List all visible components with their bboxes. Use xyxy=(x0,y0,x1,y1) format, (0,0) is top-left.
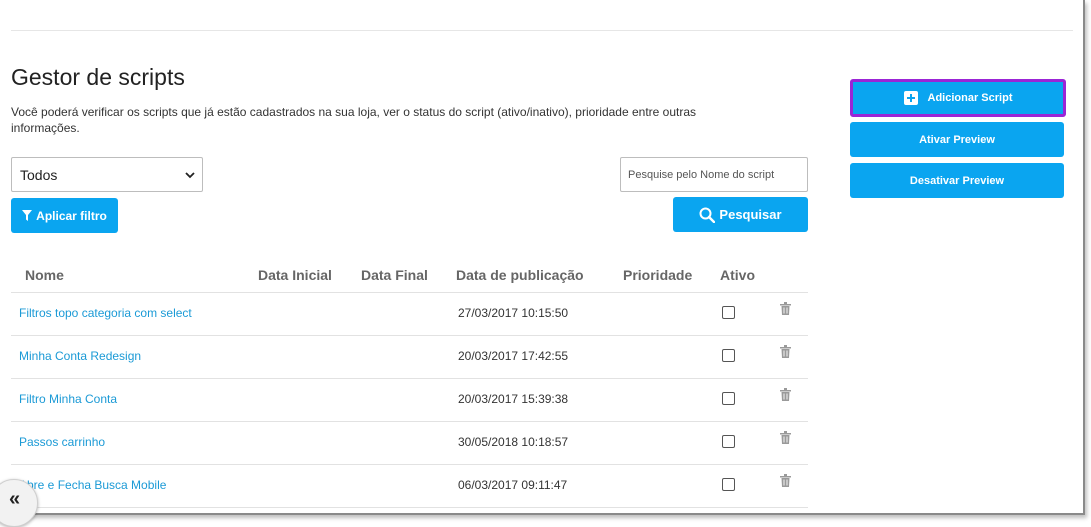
script-name-link[interactable]: Passos carrinho xyxy=(19,435,105,449)
disable-preview-button[interactable]: Desativar Preview xyxy=(850,163,1064,198)
row-divider xyxy=(11,421,808,422)
add-script-label: Adicionar Script xyxy=(927,92,1013,104)
script-published-date: 27/03/2017 10:15:50 xyxy=(458,306,569,320)
row-divider xyxy=(11,378,808,379)
chevron-down-icon xyxy=(185,172,195,179)
script-name-link[interactable]: Minha Conta Redesign xyxy=(19,349,141,363)
top-divider xyxy=(11,30,1073,31)
script-name-link[interactable]: Filtro Minha Conta xyxy=(19,392,117,406)
column-header-published: Data de publicação xyxy=(456,267,584,283)
script-published-date: 20/03/2017 15:39:38 xyxy=(458,392,569,406)
plus-square-icon xyxy=(903,91,918,105)
script-published-date: 06/03/2017 09:11:47 xyxy=(458,478,568,492)
row-divider xyxy=(11,464,808,465)
double-chevron-left-icon: « xyxy=(9,488,21,510)
trash-icon[interactable] xyxy=(780,388,791,401)
search-button[interactable]: Pesquisar xyxy=(673,197,808,232)
search-button-label: Pesquisar xyxy=(719,207,782,222)
row-divider xyxy=(11,507,808,508)
script-name-link[interactable]: Abre e Fecha Busca Mobile xyxy=(19,478,166,492)
table-divider xyxy=(11,292,808,293)
page-description: Você poderá verificar os scripts que já … xyxy=(11,105,697,135)
column-header-name: Nome xyxy=(25,267,64,283)
row-divider xyxy=(11,335,808,336)
trash-icon[interactable] xyxy=(780,345,791,358)
script-published-date: 20/03/2017 17:42:55 xyxy=(458,349,569,363)
enable-preview-label: Ativar Preview xyxy=(919,133,995,146)
trash-icon[interactable] xyxy=(780,474,791,487)
enable-preview-button[interactable]: Ativar Preview xyxy=(850,122,1064,157)
status-filter-value: Todos xyxy=(20,166,58,183)
active-checkbox[interactable] xyxy=(722,435,735,448)
add-script-button[interactable]: Adicionar Script xyxy=(850,79,1066,117)
apply-filter-button[interactable]: Aplicar filtro xyxy=(11,198,118,233)
status-filter-select[interactable]: Todos xyxy=(11,157,203,192)
column-header-active: Ativo xyxy=(720,267,755,283)
funnel-icon xyxy=(22,210,33,221)
disable-preview-label: Desativar Preview xyxy=(909,174,1005,187)
active-checkbox[interactable] xyxy=(722,349,735,362)
magnifier-icon xyxy=(699,207,716,223)
apply-filter-label: Aplicar filtro xyxy=(36,208,107,223)
column-header-end-date: Data Final xyxy=(361,267,428,283)
search-input[interactable]: Pesquise pelo Nome do script xyxy=(620,157,808,192)
trash-icon[interactable] xyxy=(780,431,791,444)
active-checkbox[interactable] xyxy=(722,392,735,405)
active-checkbox[interactable] xyxy=(722,478,735,491)
active-checkbox[interactable] xyxy=(722,306,735,319)
page-title: Gestor de scripts xyxy=(11,64,185,90)
column-header-priority: Prioridade xyxy=(623,267,693,283)
column-header-start-date: Data Inicial xyxy=(258,267,332,283)
script-name-link[interactable]: Filtros topo categoria com select xyxy=(19,306,192,320)
trash-icon[interactable] xyxy=(780,302,791,315)
search-placeholder: Pesquise pelo Nome do script xyxy=(628,168,775,181)
script-published-date: 30/05/2018 10:18:57 xyxy=(458,435,569,449)
